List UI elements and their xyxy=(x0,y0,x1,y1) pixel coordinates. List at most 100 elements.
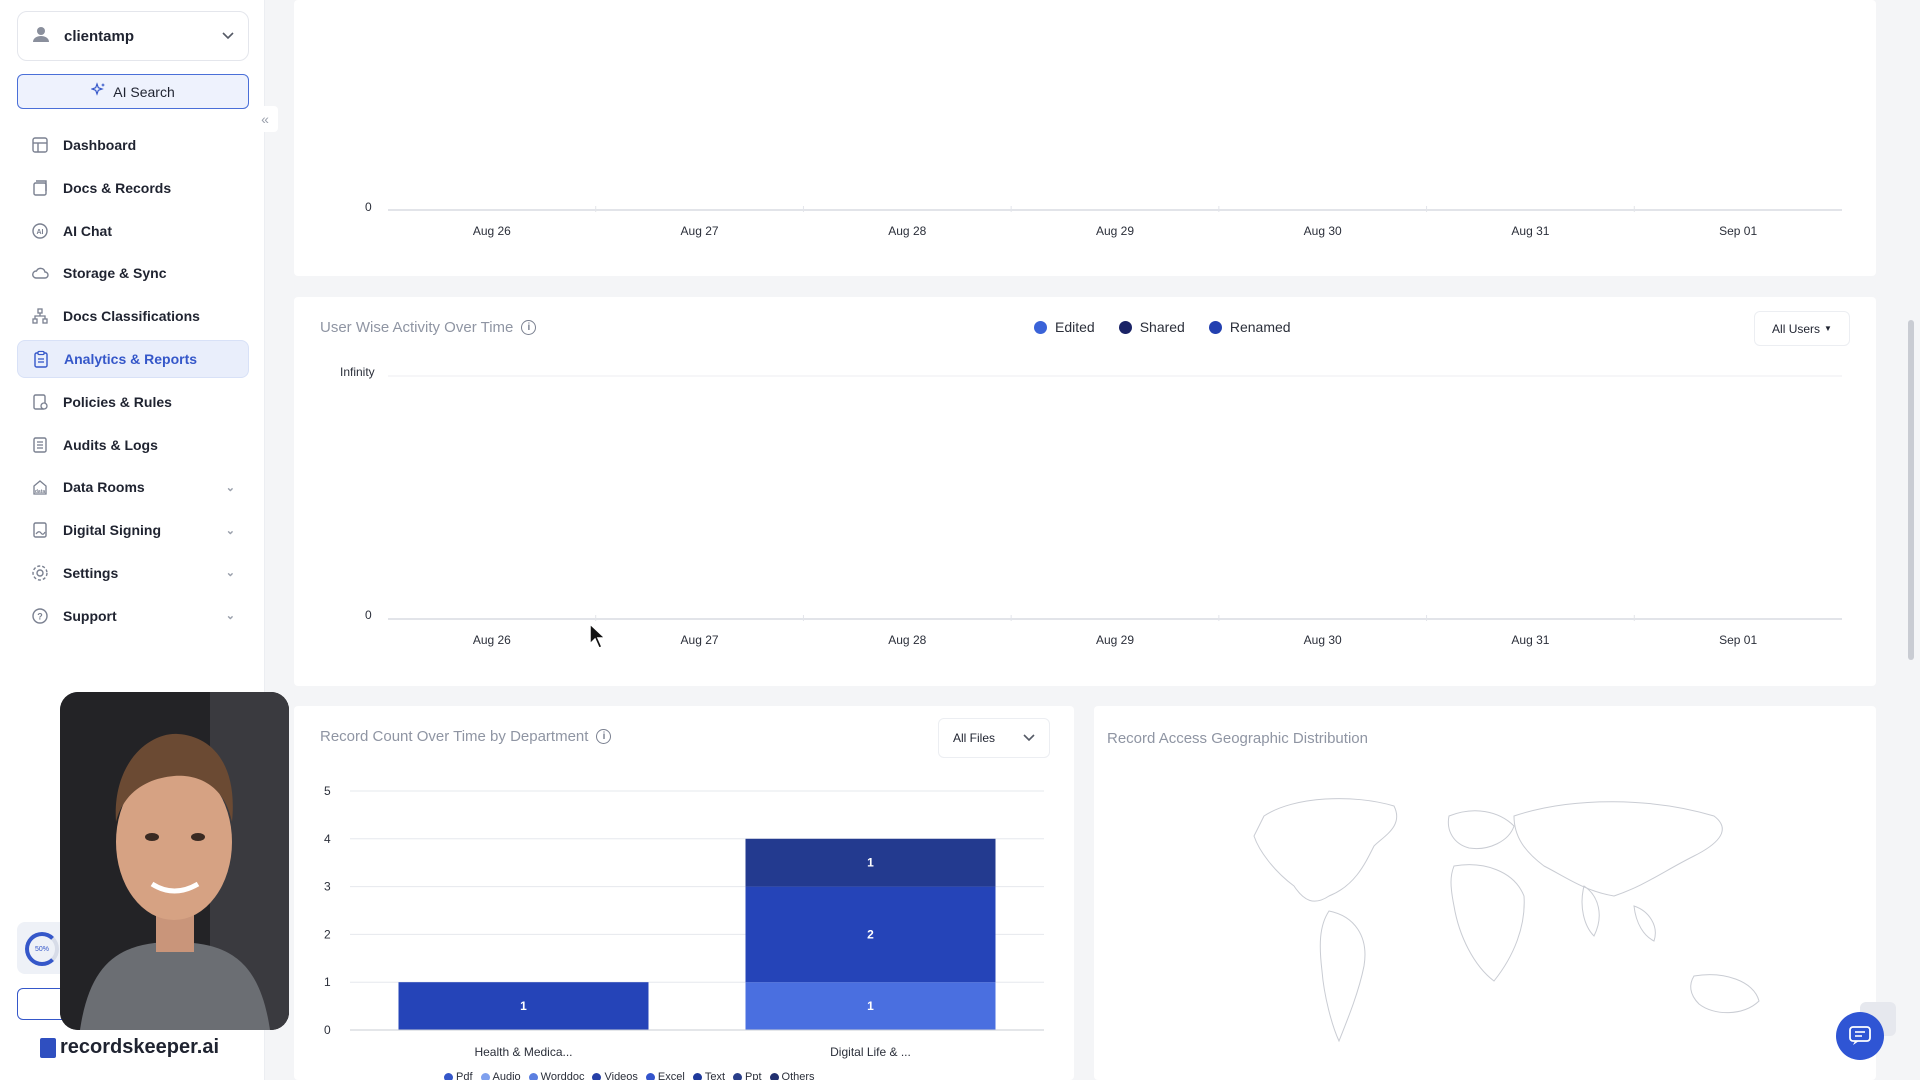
y-tick-label: 5 xyxy=(324,784,331,798)
legend-label: Text xyxy=(704,1071,726,1080)
geo-card: Record Access Geographic Distribution xyxy=(1094,706,1876,1080)
y-tick-label: 3 xyxy=(324,880,331,894)
legend-label: Pdf xyxy=(456,1071,473,1080)
legend-label: Others xyxy=(781,1071,815,1080)
log-icon xyxy=(31,436,49,454)
sidebar-item-audits-logs[interactable]: Audits & Logs xyxy=(17,426,249,464)
caret-down-icon: ▼ xyxy=(1824,324,1832,333)
svg-text:?: ? xyxy=(37,611,43,621)
legend-item-others[interactable]: Others xyxy=(769,1071,815,1080)
legend-label: Edited xyxy=(1055,319,1095,335)
all-files-dropdown[interactable]: All Files xyxy=(938,718,1050,758)
ai-search-button[interactable]: AI Search xyxy=(17,74,249,109)
sidebar-item-label: Analytics & Reports xyxy=(64,350,198,367)
chevron-down-icon xyxy=(1023,734,1035,742)
sidebar-item-label: Data Rooms xyxy=(63,479,145,496)
record-count-title-text: Record Count Over Time by Department xyxy=(320,728,589,745)
legend-item-pdf[interactable]: Pdf xyxy=(444,1071,473,1080)
sidebar-item-label: Docs & Records xyxy=(63,179,172,196)
sidebar-item-docs-records[interactable]: Docs & Records xyxy=(17,169,249,207)
legend-item-videos[interactable]: Videos xyxy=(592,1071,638,1080)
legend-dot xyxy=(528,1072,538,1080)
grid-line-top xyxy=(388,375,1842,377)
x-tick-label: Aug 26 xyxy=(472,224,511,238)
sidebar-nav: Dashboard Docs & Records AI AI Chat Storage … xyxy=(17,126,249,640)
legend-dot xyxy=(692,1072,702,1080)
sidebar-item-support[interactable]: ? Support ⌄ xyxy=(17,597,249,635)
legend-item-edited[interactable]: Edited xyxy=(1034,319,1095,335)
record-count-chart: 0 1 2 3 4 5 1 Health & Medica... 1 2 1 Digital Life… xyxy=(324,784,1044,1059)
dashboard-icon xyxy=(31,136,49,154)
info-icon[interactable]: i xyxy=(521,320,537,335)
y-tick-label: 2 xyxy=(324,927,331,941)
sidebar-item-ai-chat[interactable]: AI AI Chat xyxy=(17,212,249,250)
usage-percent: 50% xyxy=(34,945,49,953)
legend-dot xyxy=(769,1072,779,1080)
info-icon[interactable]: i xyxy=(596,729,612,744)
world-map xyxy=(1253,798,1760,1043)
legend-label: Videos xyxy=(604,1071,638,1080)
sidebar-item-label: Dashboard xyxy=(63,137,137,153)
chevron-down-icon: ⌄ xyxy=(225,481,235,494)
legend-item-renamed[interactable]: Renamed xyxy=(1208,319,1291,335)
y-axis-zero: 0 xyxy=(365,608,372,622)
record-count-title: Record Count Over Time by Department i xyxy=(320,728,612,745)
user-icon xyxy=(32,25,50,48)
legend-dot xyxy=(592,1072,602,1080)
page-scrollbar[interactable] xyxy=(1908,320,1914,660)
webcam-overlay xyxy=(60,692,289,1030)
sidebar-item-label: Docs Classifications xyxy=(63,308,200,325)
bar-value-label: 1 xyxy=(867,856,874,870)
account-switcher[interactable]: clientamp xyxy=(17,11,249,61)
legend-item-worddoc[interactable]: Worddoc xyxy=(528,1071,584,1080)
cloud-icon xyxy=(31,264,49,282)
y-tick-label: 4 xyxy=(324,832,331,846)
x-category-label: Health & Medica... xyxy=(474,1045,572,1059)
sidebar-item-docs-classifications[interactable]: Docs Classifications xyxy=(17,297,249,335)
y-axis-zero: 0 xyxy=(365,200,372,214)
legend-label: Shared xyxy=(1139,319,1185,335)
ai-chat-icon: AI xyxy=(31,222,49,240)
legend-label: Excel xyxy=(657,1071,685,1080)
usage-ring: 50% xyxy=(25,932,59,966)
x-axis-tick-marks xyxy=(595,206,1635,212)
legend-item-audio[interactable]: Audio xyxy=(480,1071,521,1080)
x-tick-label: Aug 28 xyxy=(888,224,927,238)
x-category-label: Digital Life & ... xyxy=(830,1045,911,1059)
sidebar-item-label: Audits & Logs xyxy=(63,436,158,453)
all-users-dropdown[interactable]: All Users ▼ xyxy=(1754,311,1850,346)
account-name: clientamp xyxy=(64,27,135,45)
sidebar-item-label: AI Chat xyxy=(63,222,112,239)
legend-item-text[interactable]: Text xyxy=(692,1071,726,1080)
legend-item-excel[interactable]: Excel xyxy=(645,1071,685,1080)
sidebar-item-digital-signing[interactable]: Digital Signing ⌄ xyxy=(17,511,249,549)
sidebar-item-dashboard[interactable]: Dashboard xyxy=(17,126,249,164)
sidebar-item-label: Policies & Rules xyxy=(63,393,172,410)
all-files-label: All Files xyxy=(953,731,996,745)
chevron-down-icon: ⌄ xyxy=(225,567,235,580)
bar-value-label: 1 xyxy=(520,999,527,1013)
sidebar-item-label: Support xyxy=(63,607,117,624)
chevron-down-icon: ⌄ xyxy=(225,524,235,537)
sidebar-item-analytics-reports[interactable]: Analytics & Reports xyxy=(17,339,249,378)
y-tick-label: 0 xyxy=(324,1023,331,1037)
brand-logo: recordskeeper.ai xyxy=(40,1036,219,1059)
x-tick-label: Aug 30 xyxy=(1303,224,1342,238)
sidebar-item-settings[interactable]: Settings ⌄ xyxy=(17,554,249,592)
chat-support-button[interactable] xyxy=(1836,1012,1884,1060)
sidebar-item-data-rooms[interactable]: data Data Rooms ⌄ xyxy=(17,468,249,506)
x-tick-label: Aug 31 xyxy=(1511,224,1550,238)
user-activity-card: User Wise Activity Over Time i Edited Sha… xyxy=(294,297,1876,686)
legend-item-shared[interactable]: Shared xyxy=(1118,319,1185,335)
sidebar-item-policies-rules[interactable]: Policies & Rules xyxy=(17,383,249,421)
x-tick-label: Aug 29 xyxy=(1095,224,1135,238)
main-content: 0 Aug 26 Aug 27 Aug 28 Aug 29 Aug 30 Aug 31 Se… xyxy=(270,0,1910,1080)
record-count-card: Record Count Over Time by Department i A… xyxy=(294,706,1074,1080)
legend-dot xyxy=(480,1072,490,1080)
sidebar-item-storage-sync[interactable]: Storage & Sync xyxy=(17,254,249,292)
legend-item-ppt[interactable]: Ppt xyxy=(733,1071,762,1080)
top-chart-card: 0 Aug 26 Aug 27 Aug 28 Aug 29 Aug 30 Aug 31 Se… xyxy=(294,0,1876,276)
gear-icon xyxy=(31,564,49,582)
x-tick-label: Aug 27 xyxy=(680,224,719,238)
collapse-sidebar-button[interactable]: « xyxy=(252,106,278,132)
